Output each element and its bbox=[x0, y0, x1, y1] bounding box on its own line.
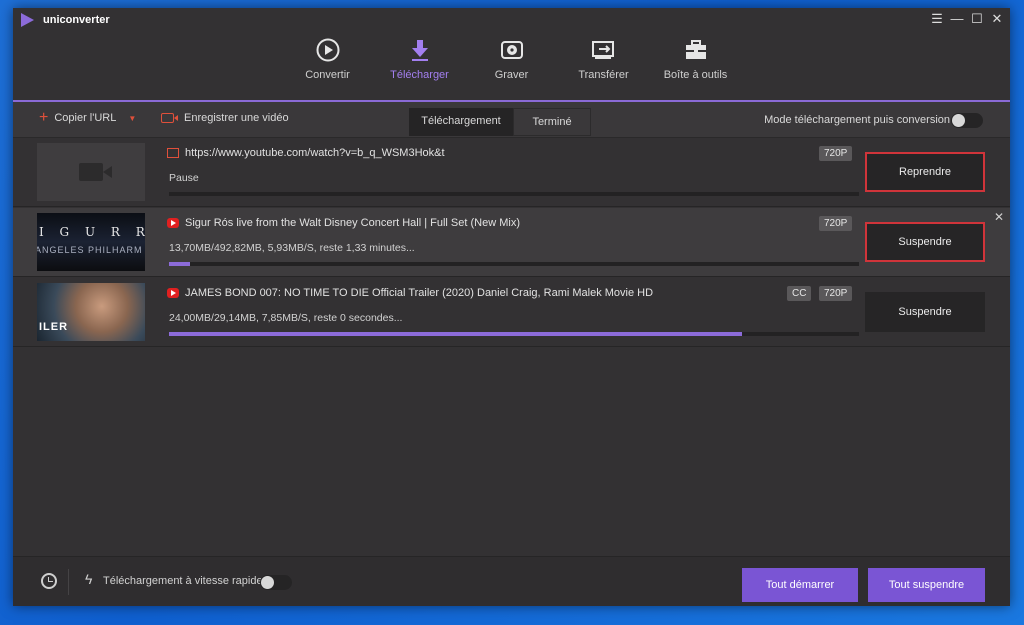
plus-icon: + bbox=[39, 109, 49, 126]
chevron-down-icon[interactable]: ▼ bbox=[128, 114, 136, 123]
window-controls: ☰ — ☐ ✕ bbox=[930, 11, 1004, 27]
nav-label: Télécharger bbox=[390, 69, 449, 81]
resume-button[interactable]: Reprendre bbox=[865, 152, 985, 192]
video-title: https://www.youtube.com/watch?v=b_q_WSM3… bbox=[185, 147, 445, 159]
app-logo-icon bbox=[21, 13, 34, 27]
lightning-icon: ϟ bbox=[85, 571, 93, 587]
toolbar: + Copier l'URL ▼ Enregistrer une vidéo T… bbox=[13, 102, 1010, 138]
quality-badge: 720P bbox=[819, 146, 853, 161]
thumbnail-text: ILER bbox=[39, 321, 69, 333]
download-status: 13,70MB/492,82MB, 5,93MB/S, reste 1,33 m… bbox=[169, 242, 415, 254]
nav-telecharger[interactable]: Télécharger bbox=[373, 32, 466, 106]
mode-toggle[interactable] bbox=[951, 113, 983, 128]
convert-icon bbox=[316, 38, 339, 62]
nav-label: Graver bbox=[494, 69, 529, 81]
video-camera-icon bbox=[161, 113, 178, 123]
mode-label: Mode téléchargement puis conversion bbox=[764, 114, 950, 126]
nav-label: Boîte à outils bbox=[663, 69, 728, 81]
youtube-icon bbox=[167, 288, 179, 298]
download-status: 24,00MB/29,14MB, 7,85MB/S, reste 0 secon… bbox=[169, 312, 403, 324]
transfer-icon bbox=[591, 41, 614, 59]
nav-label: Transférer bbox=[578, 69, 629, 81]
pause-button[interactable]: Suspendre bbox=[865, 292, 985, 332]
quality-badge: 720P bbox=[819, 216, 853, 231]
burn-disc-icon bbox=[500, 41, 523, 59]
record-video-button[interactable]: Enregistrer une vidéo bbox=[161, 112, 289, 124]
close-window-icon[interactable]: ✕ bbox=[990, 11, 1004, 27]
copy-url-label: Copier l'URL bbox=[54, 112, 117, 124]
film-icon bbox=[167, 148, 179, 158]
nav-label: Convertir bbox=[305, 69, 350, 81]
nav-transferer[interactable]: Transférer bbox=[558, 32, 650, 102]
app-window: uniconverter ☰ — ☐ ✕ Convertir Télécharg… bbox=[13, 8, 1010, 606]
nav-convertir[interactable]: Convertir bbox=[282, 32, 374, 102]
video-placeholder-icon bbox=[79, 163, 112, 181]
progress-bar bbox=[169, 192, 859, 196]
progress-bar bbox=[169, 332, 859, 336]
thumbnail-text: ANGELES PHILHARM bbox=[37, 245, 143, 255]
nav-graver[interactable]: Graver bbox=[466, 32, 558, 102]
title-bar: uniconverter ☰ — ☐ ✕ bbox=[13, 8, 1010, 32]
pause-all-button[interactable]: Tout suspendre bbox=[868, 568, 985, 602]
download-icon bbox=[411, 40, 428, 61]
app-name: uniconverter bbox=[43, 14, 110, 26]
record-video-label: Enregistrer une vidéo bbox=[184, 112, 289, 124]
remove-item-icon[interactable]: ✕ bbox=[994, 210, 1004, 224]
fast-download-label: Téléchargement à vitesse rapide bbox=[103, 575, 263, 587]
download-row: I G U R R Ó ANGELES PHILHARM Sigur Rós l… bbox=[13, 208, 1010, 277]
nav-boite-a-outils[interactable]: Boîte à outils bbox=[650, 32, 742, 102]
download-status: Pause bbox=[169, 172, 199, 184]
video-title: Sigur Rós live from the Walt Disney Conc… bbox=[185, 217, 520, 229]
toolbox-icon bbox=[685, 40, 706, 59]
menu-icon[interactable]: ☰ bbox=[930, 11, 944, 27]
tab-finished[interactable]: Terminé bbox=[513, 108, 591, 136]
footer-divider bbox=[68, 569, 69, 595]
video-title: JAMES BOND 007: NO TIME TO DIE Official … bbox=[185, 287, 654, 299]
tab-downloading[interactable]: Téléchargement bbox=[409, 108, 513, 136]
video-thumbnail: I G U R R Ó ANGELES PHILHARM bbox=[37, 213, 145, 271]
cc-badge: CC bbox=[787, 286, 812, 301]
pause-button[interactable]: Suspendre bbox=[865, 222, 985, 262]
main-nav: Convertir Télécharger Graver Transférer … bbox=[13, 32, 1010, 106]
start-all-button[interactable]: Tout démarrer bbox=[742, 568, 858, 602]
progress-bar bbox=[169, 262, 859, 266]
download-row: https://www.youtube.com/watch?v=b_q_WSM3… bbox=[13, 138, 1010, 207]
download-row: ILER JAMES BOND 007: NO TIME TO DIE Offi… bbox=[13, 278, 1010, 347]
quality-badge: 720P bbox=[819, 286, 853, 301]
copy-url-button[interactable]: + Copier l'URL ▼ bbox=[39, 109, 136, 126]
video-thumbnail: ILER bbox=[37, 283, 145, 341]
fast-download-toggle[interactable] bbox=[260, 575, 292, 590]
video-thumbnail bbox=[37, 143, 145, 201]
thumbnail-text: I G U R R Ó bbox=[39, 225, 145, 239]
alarm-clock-icon[interactable] bbox=[41, 573, 57, 589]
footer: ϟ Téléchargement à vitesse rapide Tout d… bbox=[13, 556, 1010, 606]
download-tabs: Téléchargement Terminé bbox=[409, 108, 591, 136]
youtube-icon bbox=[167, 218, 179, 228]
maximize-icon[interactable]: ☐ bbox=[970, 11, 984, 27]
minimize-icon[interactable]: — bbox=[950, 11, 964, 27]
